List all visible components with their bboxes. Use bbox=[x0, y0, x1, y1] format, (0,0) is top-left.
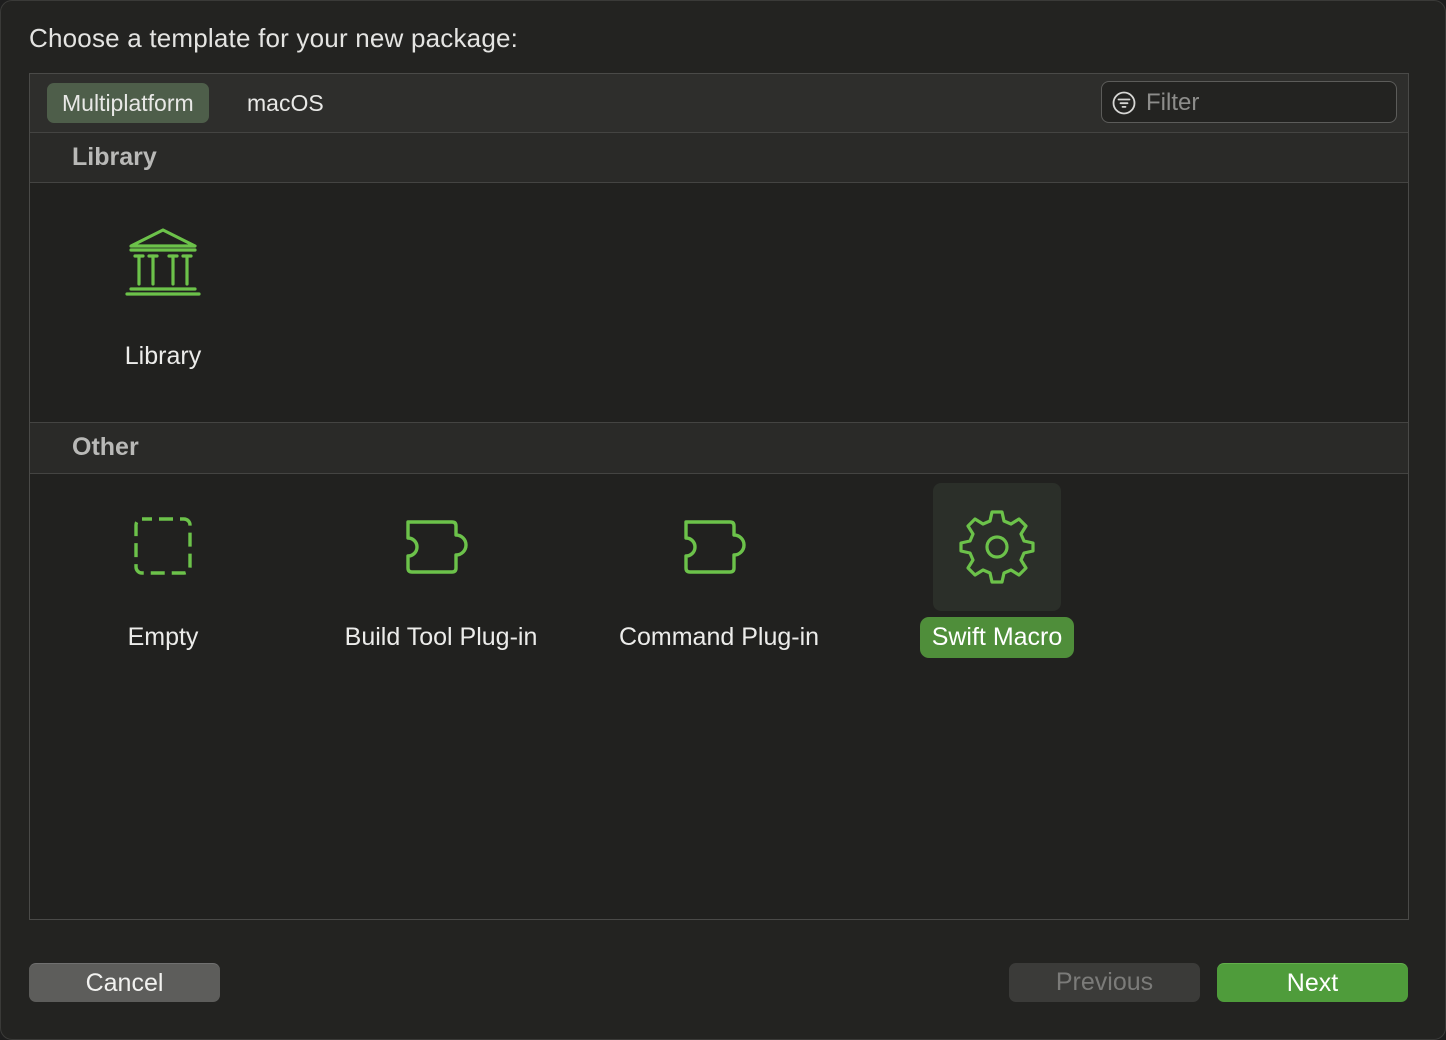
template-panel: Multiplatform macOS Library bbox=[29, 73, 1409, 920]
tab-multiplatform[interactable]: Multiplatform bbox=[47, 83, 209, 123]
template-label: Swift Macro bbox=[919, 617, 1075, 658]
filter-input[interactable] bbox=[1144, 86, 1388, 120]
section-title: Library bbox=[72, 143, 157, 171]
template-dialog: Choose a template for your new package: … bbox=[0, 0, 1446, 1040]
template-item-empty[interactable]: Empty bbox=[43, 483, 283, 651]
template-label: Command Plug-in bbox=[618, 623, 820, 651]
section-header-other: Other bbox=[30, 422, 1408, 474]
empty-dashed-square-icon bbox=[134, 517, 192, 575]
section-title: Other bbox=[72, 433, 139, 461]
filter-icon bbox=[1112, 91, 1136, 115]
template-icon-container bbox=[933, 483, 1061, 611]
puzzle-piece-icon bbox=[684, 520, 746, 574]
template-label: Library bbox=[124, 342, 202, 370]
gear-icon bbox=[959, 510, 1035, 584]
template-label: Build Tool Plug-in bbox=[344, 623, 538, 651]
template-label: Empty bbox=[127, 623, 199, 651]
template-icon-container bbox=[99, 483, 227, 611]
template-item-swift-macro[interactable]: Swift Macro bbox=[877, 483, 1117, 658]
previous-button[interactable]: Previous bbox=[1009, 963, 1200, 1002]
template-item-build-tool-plugin[interactable]: Build Tool Plug-in bbox=[321, 483, 561, 651]
dialog-prompt: Choose a template for your new package: bbox=[29, 23, 519, 53]
library-columns-icon bbox=[125, 228, 201, 296]
template-item-command-plugin[interactable]: Command Plug-in bbox=[599, 483, 839, 651]
platform-tab-bar: Multiplatform macOS bbox=[30, 74, 1408, 133]
template-icon-container bbox=[377, 483, 505, 611]
filter-field[interactable] bbox=[1101, 81, 1397, 123]
tab-macos[interactable]: macOS bbox=[232, 83, 339, 123]
template-icon-container bbox=[655, 483, 783, 611]
next-button[interactable]: Next bbox=[1217, 963, 1408, 1002]
template-item-library[interactable]: Library bbox=[43, 202, 283, 370]
template-icon-container bbox=[99, 202, 227, 330]
cancel-button[interactable]: Cancel bbox=[29, 963, 220, 1002]
puzzle-piece-icon bbox=[406, 520, 468, 574]
section-header-library: Library bbox=[30, 133, 1408, 183]
